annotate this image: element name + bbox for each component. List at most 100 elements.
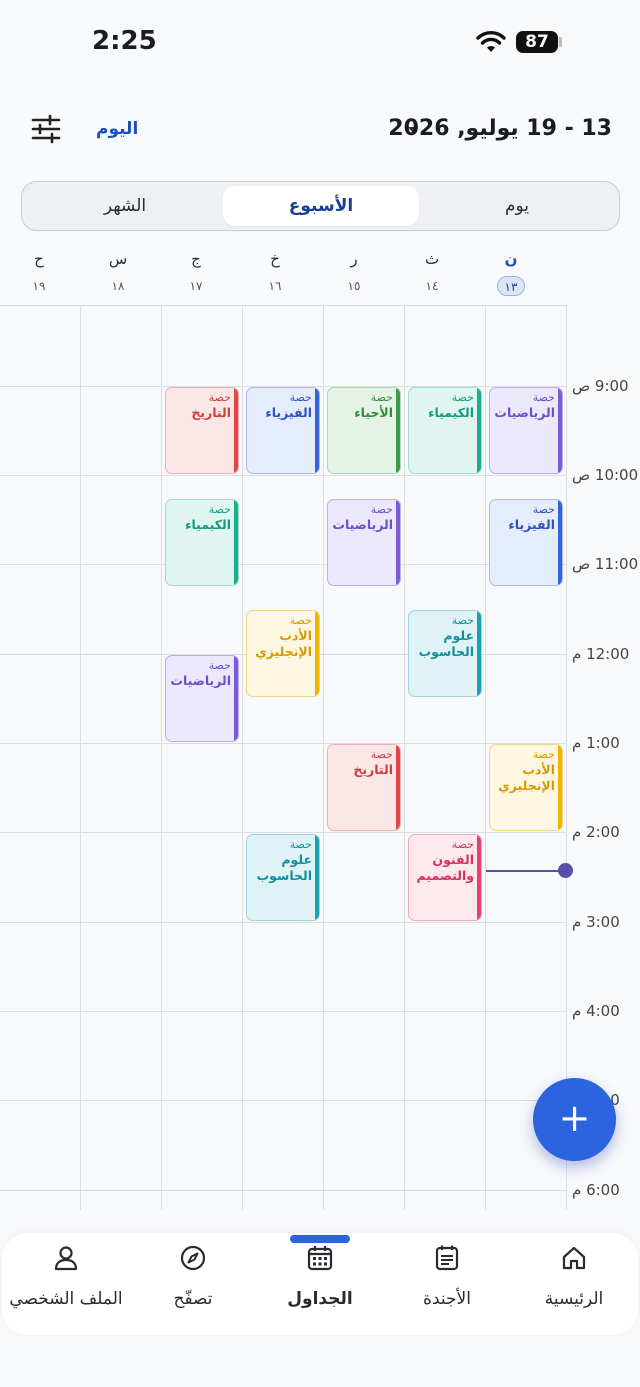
- event-card[interactable]: حصة التاريخ: [327, 744, 401, 831]
- event-label: حصة: [208, 391, 231, 404]
- day-date: ١٨: [111, 279, 125, 293]
- nav-item-home[interactable]: الرئيسية: [510, 1243, 638, 1309]
- grid-line: [404, 305, 405, 1210]
- day-date: ١٥: [347, 279, 361, 293]
- day-name: ن: [504, 250, 518, 268]
- nav-item-schedules[interactable]: الجداول: [256, 1243, 384, 1309]
- event-title: علوم الحاسوب: [256, 852, 312, 883]
- event-card[interactable]: حصة علوم الحاسوب: [246, 834, 320, 921]
- nav-label: الملف الشخصي: [9, 1289, 123, 1309]
- nav-item-browse[interactable]: تصفّح: [129, 1243, 257, 1309]
- hour-label: 3:00 م: [572, 913, 620, 931]
- day-name: ج: [191, 250, 201, 268]
- status-time: 2:25: [92, 26, 157, 56]
- day-date: ١٦: [268, 279, 282, 293]
- event-label: حصة: [370, 748, 393, 761]
- view-switcher: يوم الأسبوع الشهر: [21, 181, 620, 231]
- day-date: ١٧: [189, 279, 203, 293]
- grid-line: [566, 305, 567, 1210]
- event-label: حصة: [532, 748, 555, 761]
- event-card[interactable]: حصة الأدب الإنجليزي: [246, 610, 320, 697]
- tab-month[interactable]: الشهر: [27, 186, 223, 226]
- event-card[interactable]: حصة الكيمياء: [165, 499, 239, 586]
- current-time-line: [486, 870, 566, 872]
- calendar-icon: [307, 1246, 333, 1271]
- day-header-tue[interactable]: ث ١٤: [392, 250, 472, 296]
- day-header-fri[interactable]: ج ١٧: [156, 250, 236, 296]
- hour-label: 6:00 م: [572, 1181, 620, 1199]
- grid-line: [80, 305, 81, 1210]
- event-title: الفيزياء: [265, 405, 312, 420]
- event-title: علوم الحاسوب: [418, 628, 474, 659]
- hour-label: 2:00 م: [572, 823, 620, 841]
- day-date: ١٣: [497, 276, 525, 296]
- event-label: حصة: [451, 614, 474, 627]
- event-label: حصة: [289, 614, 312, 627]
- nav-label: الجداول: [287, 1289, 353, 1309]
- event-title: الكيمياء: [185, 517, 231, 532]
- event-card[interactable]: حصة الرياضيات: [327, 499, 401, 586]
- event-label: حصة: [208, 659, 231, 672]
- nav-item-agenda[interactable]: الأجندة: [383, 1243, 511, 1309]
- grid-line: [323, 305, 324, 1210]
- tab-week[interactable]: الأسبوع: [223, 186, 419, 226]
- hour-label: 11:00 ص: [572, 555, 639, 573]
- day-header-sat[interactable]: س ١٨: [78, 250, 158, 296]
- event-card[interactable]: حصة الفيزياء: [246, 387, 320, 474]
- event-label: حصة: [532, 503, 555, 516]
- day-header-mon[interactable]: ن ١٣: [471, 250, 551, 296]
- event-card[interactable]: حصة الرياضيات: [165, 655, 239, 742]
- grid-line: [0, 1011, 566, 1012]
- hour-label: 4:00 م: [572, 1002, 620, 1020]
- event-card[interactable]: حصة الرياضيات: [489, 387, 563, 474]
- day-name: خ: [270, 250, 280, 268]
- active-tab-indicator: [290, 1235, 350, 1243]
- wifi-icon: [476, 31, 506, 52]
- event-title: الأحياء: [354, 405, 393, 420]
- event-title: الرياضيات: [332, 517, 393, 532]
- tab-day[interactable]: يوم: [419, 186, 615, 226]
- nav-label: تصفّح: [173, 1289, 213, 1309]
- user-icon: [54, 1246, 78, 1271]
- date-range-title[interactable]: 13 - 19 يوليو, 2026: [388, 116, 612, 141]
- bottom-navigation: الرئيسية الأجندة الجداول تصفّح الملف الش…: [2, 1233, 638, 1335]
- day-name: ح: [34, 250, 44, 268]
- event-title: الفيزياء: [508, 517, 555, 532]
- event-title: التاريخ: [353, 762, 393, 777]
- day-name: س: [108, 250, 128, 268]
- filter-settings-icon[interactable]: [30, 114, 62, 144]
- nav-item-profile[interactable]: الملف الشخصي: [2, 1243, 130, 1309]
- event-title: الرياضيات: [494, 405, 555, 420]
- event-title: الأدب الإنجليزي: [255, 628, 312, 659]
- grid-line: [485, 305, 486, 1210]
- event-card[interactable]: حصة الأحياء: [327, 387, 401, 474]
- event-card[interactable]: حصة التاريخ: [165, 387, 239, 474]
- day-header-wed[interactable]: ر ١٥: [314, 250, 394, 296]
- event-card[interactable]: حصة الفيزياء: [489, 499, 563, 586]
- day-header-thu[interactable]: خ ١٦: [235, 250, 315, 296]
- event-card[interactable]: حصة الفنون والتصميم: [408, 834, 482, 921]
- event-card[interactable]: حصة علوم الحاسوب: [408, 610, 482, 697]
- grid-line: [0, 832, 566, 833]
- event-title: الرياضيات: [170, 673, 231, 688]
- grid-line: [0, 1100, 566, 1101]
- event-title: الأدب الإنجليزي: [498, 762, 555, 793]
- home-icon: [562, 1246, 586, 1270]
- grid-line: [0, 922, 566, 923]
- hour-label: 1:00 م: [572, 734, 620, 752]
- event-label: حصة: [370, 391, 393, 404]
- event-title: الفنون والتصميم: [416, 852, 474, 883]
- grid-line: [0, 475, 566, 476]
- today-button[interactable]: اليوم: [96, 119, 138, 139]
- grid-line: [242, 305, 243, 1210]
- event-title: الكيمياء: [428, 405, 474, 420]
- event-card[interactable]: حصة الكيمياء: [408, 387, 482, 474]
- calendar-screen: 2:25 87 اليوم 13 - 19 يوليو, 2026 يوم ال…: [0, 0, 640, 1387]
- nav-label: الرئيسية: [544, 1289, 604, 1309]
- battery-tip: [559, 37, 562, 47]
- event-card[interactable]: حصة الأدب الإنجليزي: [489, 744, 563, 831]
- event-title: التاريخ: [191, 405, 231, 420]
- grid-line: [0, 305, 566, 306]
- add-event-button[interactable]: +: [533, 1078, 616, 1161]
- day-header-sun[interactable]: ح ١٩: [0, 250, 79, 296]
